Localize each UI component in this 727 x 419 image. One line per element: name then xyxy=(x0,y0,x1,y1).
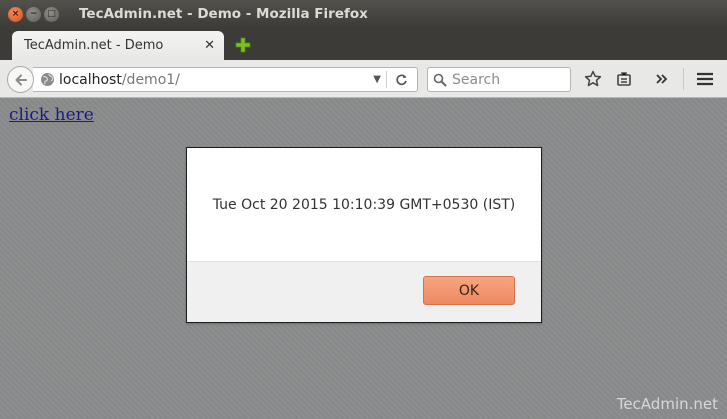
search-bar[interactable] xyxy=(427,67,571,92)
star-icon xyxy=(584,70,602,87)
search-input[interactable] xyxy=(452,71,562,88)
page-content: click here Tue Oct 20 2015 10:10:39 GMT+… xyxy=(0,98,727,419)
plus-icon xyxy=(235,37,251,53)
window-title: TecAdmin.net - Demo - Mozilla Firefox xyxy=(79,6,368,22)
alert-dialog: Tue Oct 20 2015 10:10:39 GMT+0530 (IST) … xyxy=(186,147,542,323)
tab-active[interactable]: TecAdmin.net - Demo ✕ xyxy=(12,31,224,60)
alert-message: Tue Oct 20 2015 10:10:39 GMT+0530 (IST) xyxy=(212,196,516,213)
url-bar[interactable]: localhost/demo1/ ▼ xyxy=(33,67,418,92)
reload-icon[interactable] xyxy=(393,71,409,88)
globe-icon xyxy=(40,72,55,87)
window-minimize-button[interactable]: − xyxy=(26,6,41,22)
toolbar-divider xyxy=(683,68,684,90)
url-path: /demo1/ xyxy=(121,71,180,88)
window-titlebar: × − □ TecAdmin.net - Demo - Mozilla Fire… xyxy=(0,0,727,28)
overflow-button[interactable] xyxy=(652,69,672,89)
tab-close-button[interactable]: ✕ xyxy=(204,38,215,53)
window-controls: × − □ xyxy=(8,6,59,22)
url-bar-divider xyxy=(386,71,387,88)
back-arrow-icon xyxy=(15,74,27,85)
watermark: TecAdmin.net xyxy=(616,395,718,413)
alert-body: Tue Oct 20 2015 10:10:39 GMT+0530 (IST) xyxy=(187,148,541,261)
url-host: localhost xyxy=(59,71,122,88)
tab-strip: TecAdmin.net - Demo ✕ xyxy=(0,28,727,60)
back-button[interactable] xyxy=(7,66,34,93)
hamburger-menu-icon xyxy=(697,72,713,86)
alert-footer: OK xyxy=(187,261,541,322)
click-here-link[interactable]: click here xyxy=(9,105,94,125)
url-text: localhost/demo1/ xyxy=(59,72,180,88)
reading-list-button[interactable] xyxy=(614,69,634,89)
ok-button[interactable]: OK xyxy=(423,276,515,305)
chevron-double-right-icon xyxy=(656,74,668,84)
dropdown-arrow-icon[interactable]: ▼ xyxy=(373,74,381,85)
reading-list-icon xyxy=(617,72,631,86)
window-maximize-button[interactable]: □ xyxy=(44,6,59,22)
bookmark-button[interactable] xyxy=(583,69,603,89)
tab-label: TecAdmin.net - Demo xyxy=(24,38,164,53)
menu-button[interactable] xyxy=(695,69,715,89)
window-close-button[interactable]: × xyxy=(8,6,23,22)
navigation-toolbar: localhost/demo1/ ▼ xyxy=(0,60,727,98)
new-tab-button[interactable] xyxy=(234,36,252,54)
search-icon xyxy=(433,72,448,87)
